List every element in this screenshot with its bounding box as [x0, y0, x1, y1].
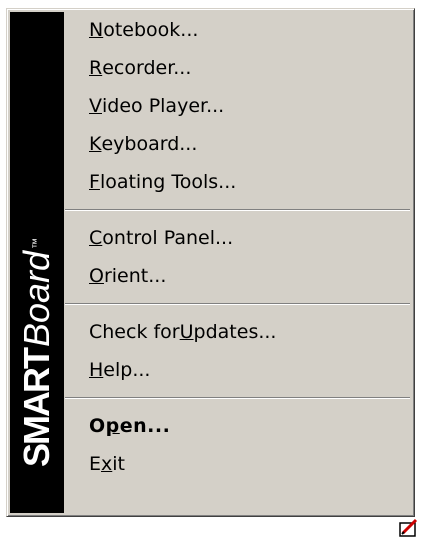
smartboard-tray-icon[interactable] — [399, 518, 419, 538]
logo-board: Board — [16, 250, 57, 347]
menu-items: Notebook... Recorder... Video Player... … — [65, 11, 412, 483]
menu-item-help[interactable]: Help... — [65, 351, 412, 389]
smart-board-logo: SMART Board ™ — [10, 12, 64, 513]
menu-item-video-player[interactable]: Video Player... — [65, 87, 412, 125]
smartboard-context-menu: SMART Board ™ Notebook... Recorder... Vi… — [6, 8, 415, 517]
logo-smart: SMART — [16, 349, 57, 467]
logo-trademark: ™ — [31, 237, 43, 249]
menu-separator — [65, 397, 410, 399]
menu-item-orient[interactable]: Orient... — [65, 257, 412, 295]
menu-item-recorder[interactable]: Recorder... — [65, 49, 412, 87]
menu-item-floating-tools[interactable]: Floating Tools... — [65, 163, 412, 201]
menu-separator — [65, 303, 410, 305]
menu-item-exit[interactable]: Ex it — [65, 445, 412, 483]
menu-item-check-for-updates[interactable]: Check for Updates... — [65, 313, 412, 351]
menu-item-open[interactable]: Op en... — [65, 407, 412, 445]
menu-item-keyboard[interactable]: Keyboard... — [65, 125, 412, 163]
menu-separator — [65, 209, 410, 211]
menu-item-control-panel[interactable]: Control Panel... — [65, 219, 412, 257]
menu-item-notebook[interactable]: Notebook... — [65, 11, 412, 49]
